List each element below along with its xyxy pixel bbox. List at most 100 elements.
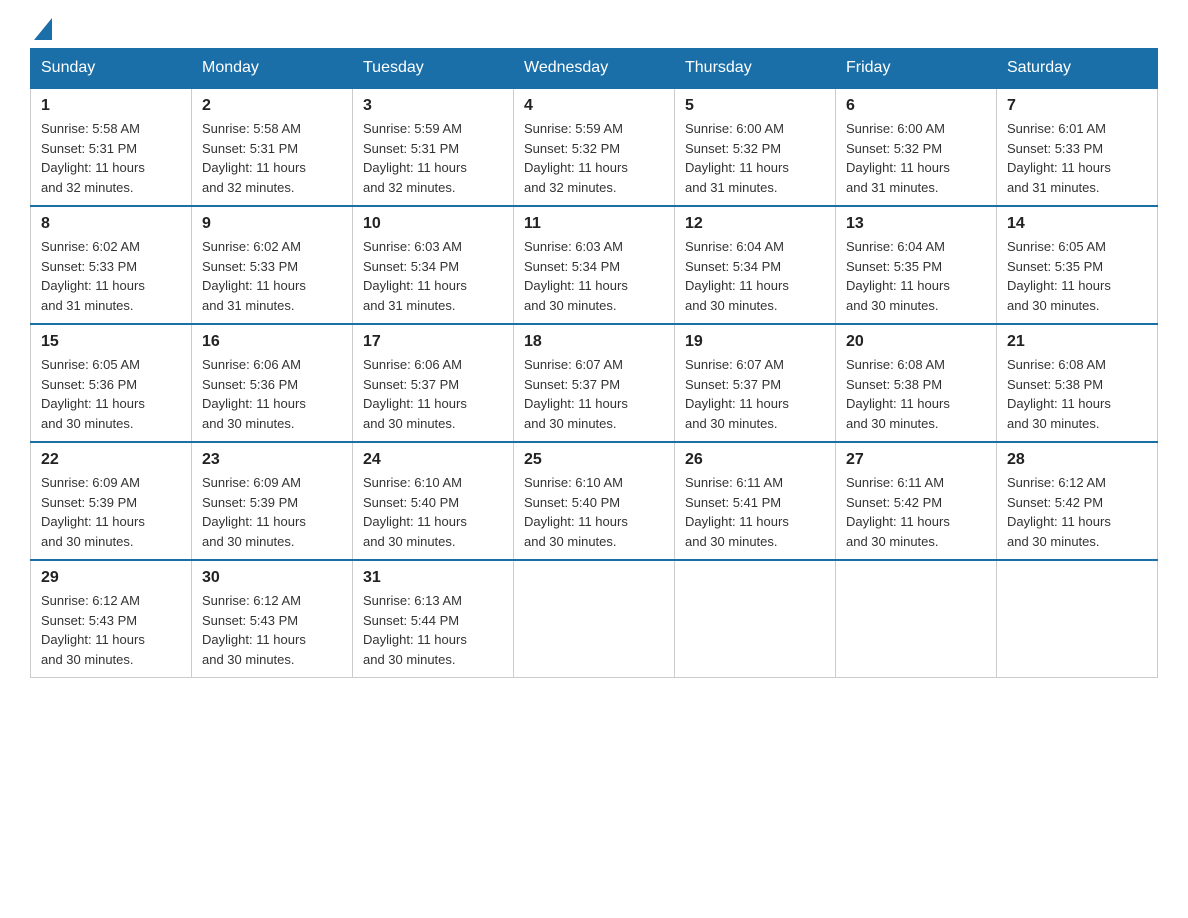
day-info: Sunrise: 6:06 AM Sunset: 5:36 PM Dayligh… bbox=[202, 355, 342, 433]
day-of-week-header: Friday bbox=[836, 49, 997, 89]
calendar-day-cell: 23 Sunrise: 6:09 AM Sunset: 5:39 PM Dayl… bbox=[192, 442, 353, 560]
day-info: Sunrise: 5:58 AM Sunset: 5:31 PM Dayligh… bbox=[202, 119, 342, 197]
day-info: Sunrise: 6:00 AM Sunset: 5:32 PM Dayligh… bbox=[846, 119, 986, 197]
day-info: Sunrise: 6:09 AM Sunset: 5:39 PM Dayligh… bbox=[202, 473, 342, 551]
day-number: 3 bbox=[363, 97, 503, 115]
day-info: Sunrise: 6:10 AM Sunset: 5:40 PM Dayligh… bbox=[524, 473, 664, 551]
day-number: 19 bbox=[685, 333, 825, 351]
calendar-day-cell: 26 Sunrise: 6:11 AM Sunset: 5:41 PM Dayl… bbox=[675, 442, 836, 560]
day-number: 14 bbox=[1007, 215, 1147, 233]
calendar-day-cell: 18 Sunrise: 6:07 AM Sunset: 5:37 PM Dayl… bbox=[514, 324, 675, 442]
day-info: Sunrise: 6:11 AM Sunset: 5:41 PM Dayligh… bbox=[685, 473, 825, 551]
calendar-week-row: 1 Sunrise: 5:58 AM Sunset: 5:31 PM Dayli… bbox=[31, 88, 1158, 206]
calendar-table: SundayMondayTuesdayWednesdayThursdayFrid… bbox=[30, 48, 1158, 678]
day-info: Sunrise: 6:12 AM Sunset: 5:43 PM Dayligh… bbox=[202, 591, 342, 669]
day-info: Sunrise: 6:12 AM Sunset: 5:43 PM Dayligh… bbox=[41, 591, 181, 669]
calendar-week-row: 8 Sunrise: 6:02 AM Sunset: 5:33 PM Dayli… bbox=[31, 206, 1158, 324]
day-of-week-header: Monday bbox=[192, 49, 353, 89]
day-number: 10 bbox=[363, 215, 503, 233]
day-info: Sunrise: 6:08 AM Sunset: 5:38 PM Dayligh… bbox=[1007, 355, 1147, 433]
day-number: 15 bbox=[41, 333, 181, 351]
calendar-day-cell: 17 Sunrise: 6:06 AM Sunset: 5:37 PM Dayl… bbox=[353, 324, 514, 442]
calendar-day-cell: 27 Sunrise: 6:11 AM Sunset: 5:42 PM Dayl… bbox=[836, 442, 997, 560]
day-info: Sunrise: 6:01 AM Sunset: 5:33 PM Dayligh… bbox=[1007, 119, 1147, 197]
day-number: 11 bbox=[524, 215, 664, 233]
day-number: 12 bbox=[685, 215, 825, 233]
calendar-day-cell: 13 Sunrise: 6:04 AM Sunset: 5:35 PM Dayl… bbox=[836, 206, 997, 324]
calendar-day-cell: 11 Sunrise: 6:03 AM Sunset: 5:34 PM Dayl… bbox=[514, 206, 675, 324]
page-header bbox=[30, 20, 1158, 38]
day-number: 7 bbox=[1007, 97, 1147, 115]
day-number: 17 bbox=[363, 333, 503, 351]
day-number: 20 bbox=[846, 333, 986, 351]
day-number: 27 bbox=[846, 451, 986, 469]
calendar-day-cell bbox=[514, 560, 675, 678]
day-number: 2 bbox=[202, 97, 342, 115]
day-number: 6 bbox=[846, 97, 986, 115]
day-number: 26 bbox=[685, 451, 825, 469]
day-number: 25 bbox=[524, 451, 664, 469]
day-number: 29 bbox=[41, 569, 181, 587]
day-info: Sunrise: 6:09 AM Sunset: 5:39 PM Dayligh… bbox=[41, 473, 181, 551]
day-number: 8 bbox=[41, 215, 181, 233]
day-info: Sunrise: 6:08 AM Sunset: 5:38 PM Dayligh… bbox=[846, 355, 986, 433]
day-info: Sunrise: 6:02 AM Sunset: 5:33 PM Dayligh… bbox=[202, 237, 342, 315]
calendar-day-cell bbox=[836, 560, 997, 678]
calendar-day-cell: 30 Sunrise: 6:12 AM Sunset: 5:43 PM Dayl… bbox=[192, 560, 353, 678]
calendar-day-cell: 15 Sunrise: 6:05 AM Sunset: 5:36 PM Dayl… bbox=[31, 324, 192, 442]
calendar-day-cell: 20 Sunrise: 6:08 AM Sunset: 5:38 PM Dayl… bbox=[836, 324, 997, 442]
day-number: 5 bbox=[685, 97, 825, 115]
day-info: Sunrise: 5:59 AM Sunset: 5:31 PM Dayligh… bbox=[363, 119, 503, 197]
day-info: Sunrise: 6:05 AM Sunset: 5:36 PM Dayligh… bbox=[41, 355, 181, 433]
day-number: 22 bbox=[41, 451, 181, 469]
day-info: Sunrise: 6:04 AM Sunset: 5:35 PM Dayligh… bbox=[846, 237, 986, 315]
day-of-week-header: Tuesday bbox=[353, 49, 514, 89]
calendar-day-cell: 6 Sunrise: 6:00 AM Sunset: 5:32 PM Dayli… bbox=[836, 88, 997, 206]
day-of-week-header: Thursday bbox=[675, 49, 836, 89]
day-info: Sunrise: 6:10 AM Sunset: 5:40 PM Dayligh… bbox=[363, 473, 503, 551]
calendar-day-cell: 3 Sunrise: 5:59 AM Sunset: 5:31 PM Dayli… bbox=[353, 88, 514, 206]
calendar-day-cell: 7 Sunrise: 6:01 AM Sunset: 5:33 PM Dayli… bbox=[997, 88, 1158, 206]
logo-triangle-icon bbox=[34, 18, 52, 40]
calendar-day-cell: 2 Sunrise: 5:58 AM Sunset: 5:31 PM Dayli… bbox=[192, 88, 353, 206]
calendar-day-cell: 24 Sunrise: 6:10 AM Sunset: 5:40 PM Dayl… bbox=[353, 442, 514, 560]
day-number: 30 bbox=[202, 569, 342, 587]
calendar-day-cell: 31 Sunrise: 6:13 AM Sunset: 5:44 PM Dayl… bbox=[353, 560, 514, 678]
day-info: Sunrise: 5:59 AM Sunset: 5:32 PM Dayligh… bbox=[524, 119, 664, 197]
calendar-day-cell: 12 Sunrise: 6:04 AM Sunset: 5:34 PM Dayl… bbox=[675, 206, 836, 324]
calendar-day-cell: 19 Sunrise: 6:07 AM Sunset: 5:37 PM Dayl… bbox=[675, 324, 836, 442]
day-number: 1 bbox=[41, 97, 181, 115]
calendar-day-cell: 14 Sunrise: 6:05 AM Sunset: 5:35 PM Dayl… bbox=[997, 206, 1158, 324]
day-of-week-header: Saturday bbox=[997, 49, 1158, 89]
calendar-day-cell: 21 Sunrise: 6:08 AM Sunset: 5:38 PM Dayl… bbox=[997, 324, 1158, 442]
day-info: Sunrise: 6:02 AM Sunset: 5:33 PM Dayligh… bbox=[41, 237, 181, 315]
day-info: Sunrise: 6:00 AM Sunset: 5:32 PM Dayligh… bbox=[685, 119, 825, 197]
day-number: 31 bbox=[363, 569, 503, 587]
day-number: 16 bbox=[202, 333, 342, 351]
logo-top bbox=[30, 20, 52, 42]
calendar-day-cell: 29 Sunrise: 6:12 AM Sunset: 5:43 PM Dayl… bbox=[31, 560, 192, 678]
day-of-week-header: Wednesday bbox=[514, 49, 675, 89]
day-of-week-header: Sunday bbox=[31, 49, 192, 89]
day-number: 28 bbox=[1007, 451, 1147, 469]
day-info: Sunrise: 6:11 AM Sunset: 5:42 PM Dayligh… bbox=[846, 473, 986, 551]
calendar-day-cell bbox=[997, 560, 1158, 678]
day-info: Sunrise: 6:06 AM Sunset: 5:37 PM Dayligh… bbox=[363, 355, 503, 433]
day-info: Sunrise: 6:04 AM Sunset: 5:34 PM Dayligh… bbox=[685, 237, 825, 315]
day-number: 23 bbox=[202, 451, 342, 469]
day-info: Sunrise: 6:03 AM Sunset: 5:34 PM Dayligh… bbox=[524, 237, 664, 315]
day-info: Sunrise: 5:58 AM Sunset: 5:31 PM Dayligh… bbox=[41, 119, 181, 197]
day-info: Sunrise: 6:05 AM Sunset: 5:35 PM Dayligh… bbox=[1007, 237, 1147, 315]
calendar-day-cell: 16 Sunrise: 6:06 AM Sunset: 5:36 PM Dayl… bbox=[192, 324, 353, 442]
day-number: 9 bbox=[202, 215, 342, 233]
day-number: 21 bbox=[1007, 333, 1147, 351]
calendar-day-cell: 1 Sunrise: 5:58 AM Sunset: 5:31 PM Dayli… bbox=[31, 88, 192, 206]
calendar-day-cell: 10 Sunrise: 6:03 AM Sunset: 5:34 PM Dayl… bbox=[353, 206, 514, 324]
day-info: Sunrise: 6:12 AM Sunset: 5:42 PM Dayligh… bbox=[1007, 473, 1147, 551]
calendar-day-cell: 25 Sunrise: 6:10 AM Sunset: 5:40 PM Dayl… bbox=[514, 442, 675, 560]
calendar-header-row: SundayMondayTuesdayWednesdayThursdayFrid… bbox=[31, 49, 1158, 89]
calendar-week-row: 22 Sunrise: 6:09 AM Sunset: 5:39 PM Dayl… bbox=[31, 442, 1158, 560]
calendar-day-cell: 22 Sunrise: 6:09 AM Sunset: 5:39 PM Dayl… bbox=[31, 442, 192, 560]
day-info: Sunrise: 6:07 AM Sunset: 5:37 PM Dayligh… bbox=[685, 355, 825, 433]
day-info: Sunrise: 6:03 AM Sunset: 5:34 PM Dayligh… bbox=[363, 237, 503, 315]
